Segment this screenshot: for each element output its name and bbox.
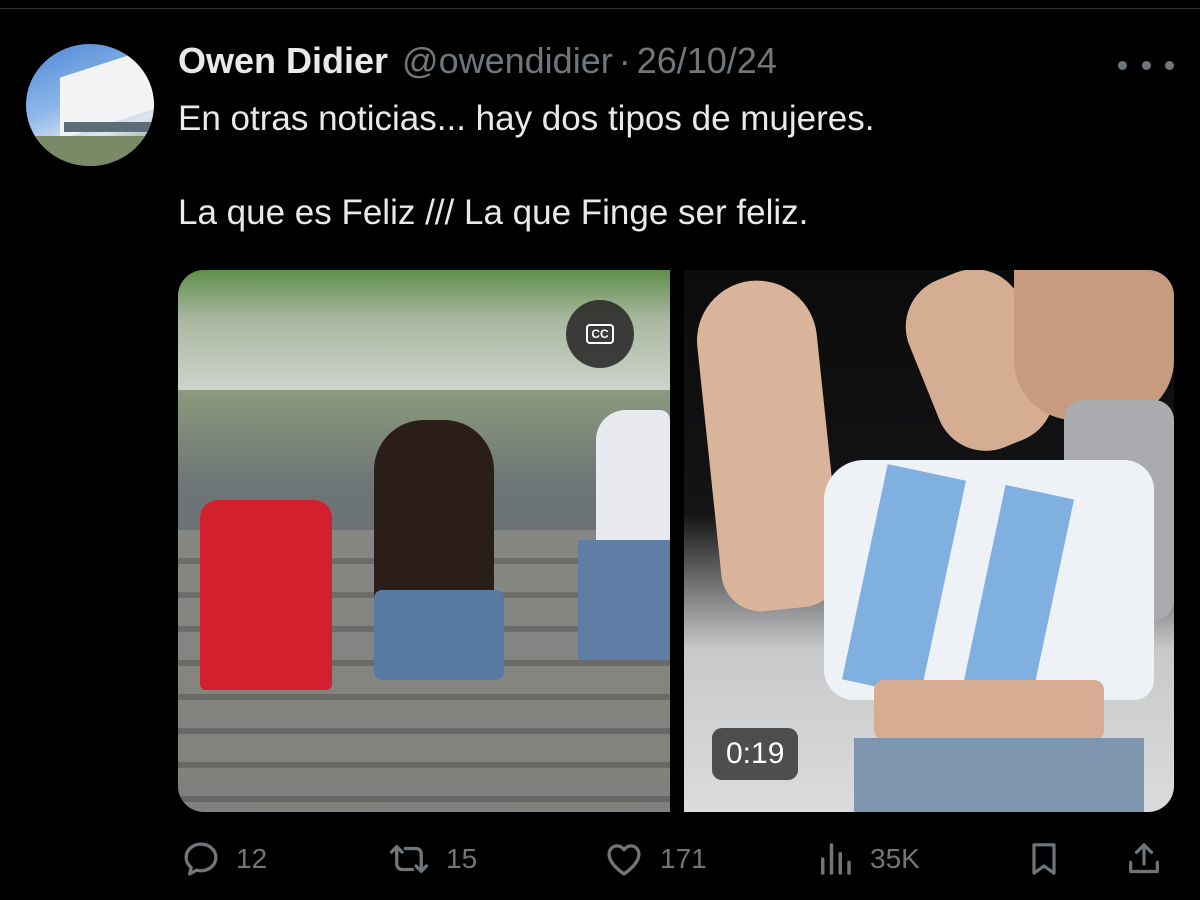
tweet-text: En otras noticias... hay dos tipos de mu… xyxy=(178,96,1158,236)
tweet-text-line: En otras noticias... hay dos tipos de mu… xyxy=(178,99,875,138)
like-count: 171 xyxy=(660,843,707,874)
avatar-railing xyxy=(64,122,154,132)
author-name[interactable]: Owen Didier xyxy=(178,40,388,82)
avatar[interactable] xyxy=(26,44,154,166)
header-separator: · xyxy=(618,40,631,81)
views-button[interactable]: 35K xyxy=(814,834,920,884)
video-duration-badge: 0:19 xyxy=(712,728,799,780)
bookmark-button[interactable] xyxy=(1024,834,1064,884)
avatar-ground xyxy=(26,136,154,166)
action-bar: 12 15 171 35K xyxy=(178,834,1178,884)
more-dot xyxy=(1165,60,1174,70)
fan-denim xyxy=(374,590,504,680)
captions-label: CC xyxy=(586,324,614,344)
more-icon[interactable] xyxy=(1118,50,1174,80)
more-dot xyxy=(1118,60,1127,70)
repost-icon xyxy=(389,845,429,873)
repost-button[interactable]: 15 xyxy=(386,834,477,884)
closed-captions-icon[interactable]: CC xyxy=(566,300,634,368)
top-divider xyxy=(0,8,1200,9)
more-dot xyxy=(1141,60,1151,70)
views-count: 35K xyxy=(870,843,920,874)
tweet-text-line: La que es Feliz /// La que Finge ser fel… xyxy=(178,193,809,232)
reply-icon xyxy=(184,842,218,876)
bookmark-icon xyxy=(1032,843,1056,875)
reply-count: 12 xyxy=(236,843,268,874)
fan-face xyxy=(1014,270,1174,420)
tweet-date[interactable]: 26/10/24 xyxy=(637,40,777,82)
fan-jeans xyxy=(578,540,670,660)
raised-arm xyxy=(691,274,845,616)
share-button[interactable] xyxy=(1124,834,1164,884)
share-icon xyxy=(1129,843,1159,874)
author-handle[interactable]: @owendidier xyxy=(402,40,613,82)
tweet-header: Owen Didier @owendidier · 26/10/24 xyxy=(178,40,777,90)
reply-button[interactable]: 12 xyxy=(180,834,267,884)
heart-icon xyxy=(607,844,641,876)
repost-count: 15 xyxy=(446,843,478,874)
fan-jeans xyxy=(854,738,1144,812)
views-icon xyxy=(821,843,851,875)
media-divider xyxy=(670,270,684,812)
fan-red-jersey xyxy=(200,500,332,690)
like-button[interactable]: 171 xyxy=(602,834,707,884)
fan-midriff xyxy=(874,680,1104,740)
video-media[interactable]: CC 0:19 xyxy=(178,270,1174,812)
